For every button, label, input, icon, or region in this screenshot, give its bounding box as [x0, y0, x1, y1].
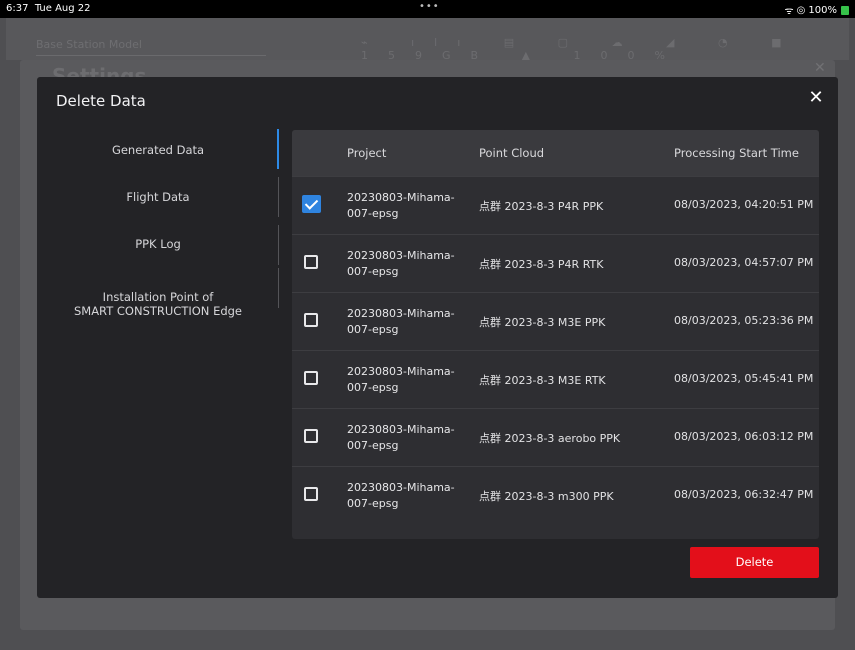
table-row[interactable]: 20230803-Mihama-007-epsg 点群 2023-8-3 m30…: [292, 466, 819, 524]
nav-divider: [278, 177, 279, 217]
toolbar-status-icons: ⌁ ılı ▤ ▢ ☁ ◢ ◔ ■ 159GB ▲ 100%: [361, 36, 802, 62]
nav-indicator: [277, 129, 279, 169]
multitasking-dots[interactable]: •••: [419, 1, 440, 12]
nav-item-label: Installation Point of SMART CONSTRUCTION…: [73, 290, 243, 318]
point-cloud-cell: 点群 2023-8-3 m300 PPK: [479, 490, 614, 503]
nav-item-label: Flight Data: [126, 190, 190, 204]
location-icon: ◎: [796, 4, 806, 16]
nav-item-installation-point[interactable]: Installation Point of SMART CONSTRUCTION…: [37, 268, 279, 318]
dialog-title: Delete Data: [56, 92, 146, 110]
point-cloud-cell: 点群 2023-8-3 aerobo PPK: [479, 432, 621, 445]
start-time-cell: 08/03/2023, 06:03:12 PM: [674, 430, 814, 443]
project-cell: 20230803-Mihama-007-epsg: [347, 423, 455, 452]
app-toolbar: Base Station Model ⌁ ılı ▤ ▢ ☁ ◢ ◔ ■ 159…: [6, 18, 849, 62]
base-station-field: Base Station Model: [36, 38, 266, 56]
project-cell: 20230803-Mihama-007-epsg: [347, 307, 455, 336]
table-row[interactable]: 20230803-Mihama-007-epsg 点群 2023-8-3 M3E…: [292, 350, 819, 408]
status-time: 6:37 Tue Aug 22: [6, 3, 91, 14]
nav-item-flight-data[interactable]: Flight Data: [37, 177, 279, 217]
start-time-cell: 08/03/2023, 06:32:47 PM: [674, 488, 814, 501]
point-cloud-cell: 点群 2023-8-3 M3E PPK: [479, 316, 606, 329]
generated-data-table: Project Point Cloud Processing Start Tim…: [292, 130, 819, 539]
project-cell: 20230803-Mihama-007-epsg: [347, 191, 455, 220]
nav-item-generated-data[interactable]: Generated Data: [37, 129, 279, 169]
point-cloud-cell: 点群 2023-8-3 P4R RTK: [479, 258, 604, 271]
column-header-point-cloud: Point Cloud: [479, 146, 545, 160]
column-header-start-time: Processing Start Time: [674, 146, 799, 160]
project-cell: 20230803-Mihama-007-epsg: [347, 365, 455, 394]
wifi-icon: ᯤ: [784, 6, 794, 17]
nav-divider: [278, 268, 279, 308]
table-row[interactable]: 20230803-Mihama-007-epsg 点群 2023-8-3 P4R…: [292, 234, 819, 292]
delete-data-dialog: Delete Data ✕ Generated Data Flight Data…: [37, 77, 838, 598]
delete-button[interactable]: Delete: [690, 547, 819, 578]
start-time-cell: 08/03/2023, 04:57:07 PM: [674, 256, 814, 269]
table-row[interactable]: 20230803-Mihama-007-epsg 点群 2023-8-3 M3E…: [292, 292, 819, 350]
start-time-cell: 08/03/2023, 05:45:41 PM: [674, 372, 814, 385]
status-bar: 6:37 Tue Aug 22 ••• ᯤ ◎ 100%: [0, 0, 855, 18]
nav-divider: [278, 225, 279, 265]
table-header: Project Point Cloud Processing Start Tim…: [292, 130, 819, 176]
row-checkbox[interactable]: [304, 255, 318, 269]
row-checkbox[interactable]: [304, 371, 318, 385]
nav-item-label: PPK Log: [135, 237, 181, 251]
row-checkbox[interactable]: [304, 429, 318, 443]
nav-item-ppk-log[interactable]: PPK Log: [37, 225, 279, 265]
point-cloud-cell: 点群 2023-8-3 P4R PPK: [479, 200, 604, 213]
project-cell: 20230803-Mihama-007-epsg: [347, 249, 455, 278]
close-icon[interactable]: ✕: [806, 87, 826, 109]
nav-item-label: Generated Data: [111, 143, 205, 157]
table-row[interactable]: 20230803-Mihama-007-epsg 点群 2023-8-3 aer…: [292, 408, 819, 466]
point-cloud-cell: 点群 2023-8-3 M3E RTK: [479, 374, 606, 387]
project-cell: 20230803-Mihama-007-epsg: [347, 481, 455, 510]
settings-close-icon: ✕: [814, 60, 826, 76]
start-time-cell: 08/03/2023, 04:20:51 PM: [674, 198, 814, 211]
column-header-project: Project: [347, 146, 387, 160]
battery-icon: [841, 5, 849, 15]
start-time-cell: 08/03/2023, 05:23:36 PM: [674, 314, 814, 327]
row-checkbox[interactable]: [302, 195, 321, 213]
status-indicators: ᯤ ◎ 100%: [785, 3, 849, 17]
battery-percent: 100%: [808, 4, 837, 16]
row-checkbox[interactable]: [304, 313, 318, 327]
table-row[interactable]: 20230803-Mihama-007-epsg 点群 2023-8-3 P4R…: [292, 176, 819, 234]
row-checkbox[interactable]: [304, 487, 318, 501]
